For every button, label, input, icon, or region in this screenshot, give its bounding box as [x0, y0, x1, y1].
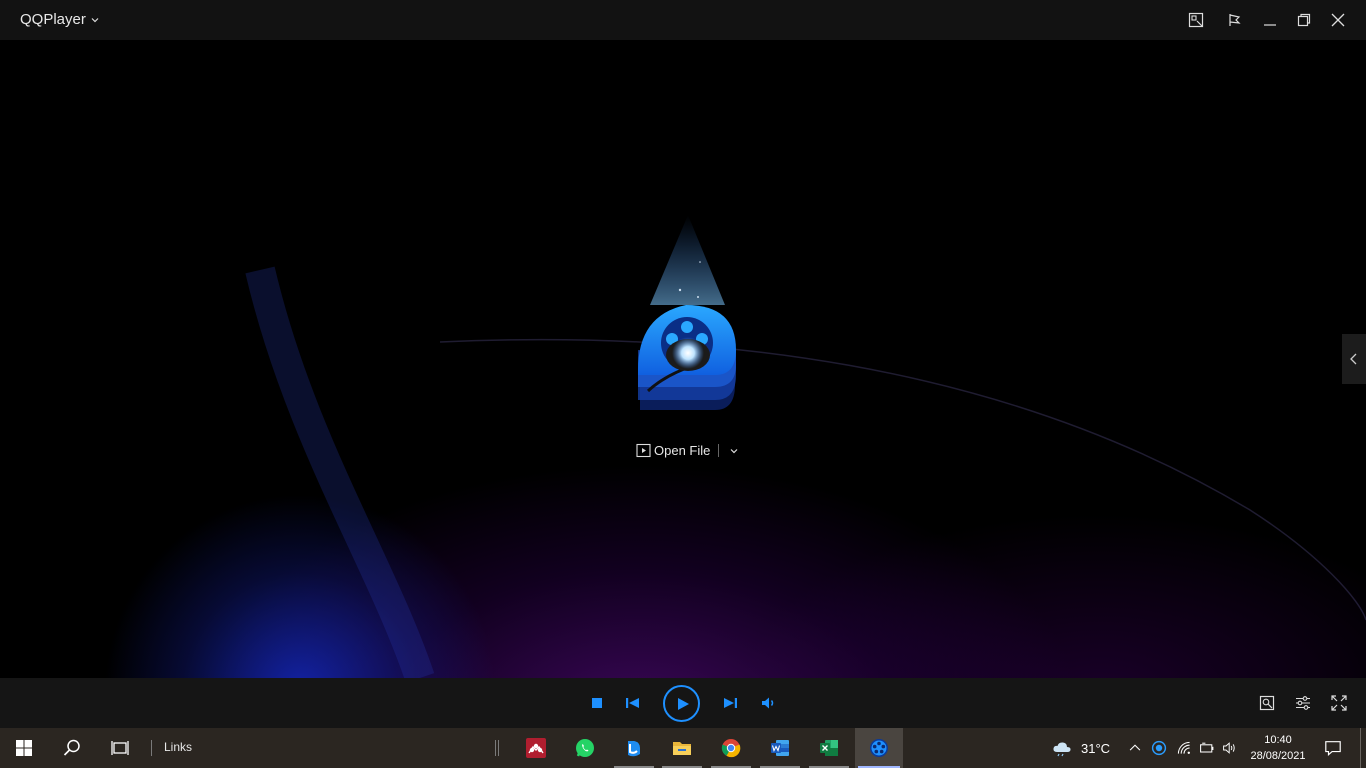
- stop-button[interactable]: [590, 696, 604, 710]
- windows-icon: [16, 740, 32, 756]
- taskbar-app-chrome[interactable]: [708, 728, 754, 768]
- open-file-control: Open File: [636, 443, 739, 458]
- open-file-button[interactable]: Open File: [654, 443, 710, 458]
- previous-button[interactable]: [625, 696, 640, 710]
- screen-capture-button[interactable]: [1259, 695, 1275, 711]
- task-view-button[interactable]: [96, 728, 144, 768]
- taskbar-app-whatsapp[interactable]: [562, 728, 608, 768]
- app-title: QQPlayer: [20, 11, 86, 28]
- search-button[interactable]: [48, 728, 96, 768]
- taskbar-app-word[interactable]: [757, 728, 803, 768]
- pin-button[interactable]: [1222, 8, 1246, 32]
- whatsapp-icon: [576, 739, 594, 757]
- next-button[interactable]: [723, 696, 738, 710]
- clock-date: 28/08/2021: [1250, 750, 1306, 762]
- taskbar-app-excel[interactable]: [806, 728, 852, 768]
- taskbar-app-file-explorer[interactable]: [659, 728, 705, 768]
- previous-icon: [626, 698, 639, 708]
- chevron-up-icon: [1129, 744, 1141, 751]
- fullscreen-button[interactable]: [1331, 695, 1347, 711]
- chrome-icon: [721, 739, 741, 758]
- chevron-left-icon: [1350, 353, 1357, 365]
- taskbar-app-qqplayer[interactable]: [855, 728, 903, 768]
- restore-icon: [1297, 13, 1311, 27]
- action-center-button[interactable]: [1318, 728, 1348, 768]
- qqplayer-window: QQPlayer Open File: [0, 0, 1366, 728]
- screenshot-button[interactable]: [1184, 8, 1208, 32]
- toolbar-separator: [151, 740, 152, 756]
- stop-icon: [592, 698, 602, 708]
- show-hidden-icons-button[interactable]: [1125, 728, 1145, 768]
- weather-widget[interactable]: [1049, 728, 1075, 768]
- search-icon: [63, 739, 80, 756]
- video-stage[interactable]: Open File: [0, 40, 1366, 678]
- task-view-icon: [111, 741, 129, 755]
- qqplayer-tray-icon: [1151, 740, 1167, 756]
- qqplayer-icon: [870, 739, 888, 757]
- chevron-down-icon: [91, 17, 99, 22]
- pin-icon: [1229, 14, 1241, 26]
- volume-button[interactable]: [761, 696, 777, 710]
- control-bar: [0, 678, 1366, 728]
- speaker-icon: [1223, 742, 1235, 754]
- title-bar: QQPlayer: [0, 0, 1366, 40]
- edge-icon: [628, 741, 640, 757]
- battery-icon: [1200, 742, 1214, 753]
- battery-button[interactable]: [1196, 728, 1218, 768]
- minimize-icon: [1264, 24, 1276, 26]
- fullscreen-icon: [1331, 695, 1347, 711]
- close-icon: [1331, 13, 1345, 27]
- wifi-icon: [1177, 741, 1190, 754]
- clock[interactable]: 10:40 28/08/2021: [1246, 732, 1310, 764]
- network-button[interactable]: [1173, 728, 1195, 768]
- weather-temperature[interactable]: 31°C: [1081, 741, 1110, 756]
- chevron-down-icon[interactable]: [729, 446, 739, 456]
- taskbar-app-edge[interactable]: [611, 728, 657, 768]
- close-button[interactable]: [1326, 8, 1350, 32]
- folder-icon: [673, 742, 691, 755]
- taskbar: Links 31°C 10:40 28/08/2021: [0, 728, 1366, 768]
- divider: [718, 444, 720, 457]
- next-icon: [724, 698, 737, 708]
- notification-icon: [1325, 741, 1341, 757]
- start-button[interactable]: [0, 728, 48, 768]
- word-icon: [771, 740, 789, 756]
- excel-icon: [820, 740, 838, 756]
- mendeley-icon: [526, 738, 546, 758]
- play-icon: [677, 697, 689, 710]
- volume-icon: [762, 697, 774, 709]
- links-toolbar[interactable]: Links: [164, 740, 192, 754]
- clock-time: 10:40: [1264, 734, 1292, 746]
- tray-qqplayer[interactable]: [1148, 728, 1170, 768]
- playlist-toggle-button[interactable]: [1342, 334, 1366, 384]
- app-menu-button[interactable]: QQPlayer: [20, 11, 100, 28]
- open-file-icon[interactable]: [636, 443, 651, 458]
- play-button[interactable]: [663, 685, 700, 722]
- qqplayer-logo: [638, 215, 736, 410]
- screenshot-icon: [1188, 12, 1204, 28]
- volume-tray-button[interactable]: [1219, 728, 1241, 768]
- minimize-button[interactable]: [1258, 8, 1282, 32]
- settings-icon: [1259, 695, 1275, 711]
- equalizer-icon: [1296, 696, 1310, 710]
- restore-button[interactable]: [1292, 8, 1316, 32]
- cloud-rain-icon: [1053, 742, 1071, 757]
- equalizer-button[interactable]: [1295, 695, 1311, 711]
- taskbar-app-mendeley[interactable]: [513, 728, 559, 768]
- toolbar-grip: [495, 740, 499, 756]
- show-desktop-button[interactable]: [1360, 728, 1366, 768]
